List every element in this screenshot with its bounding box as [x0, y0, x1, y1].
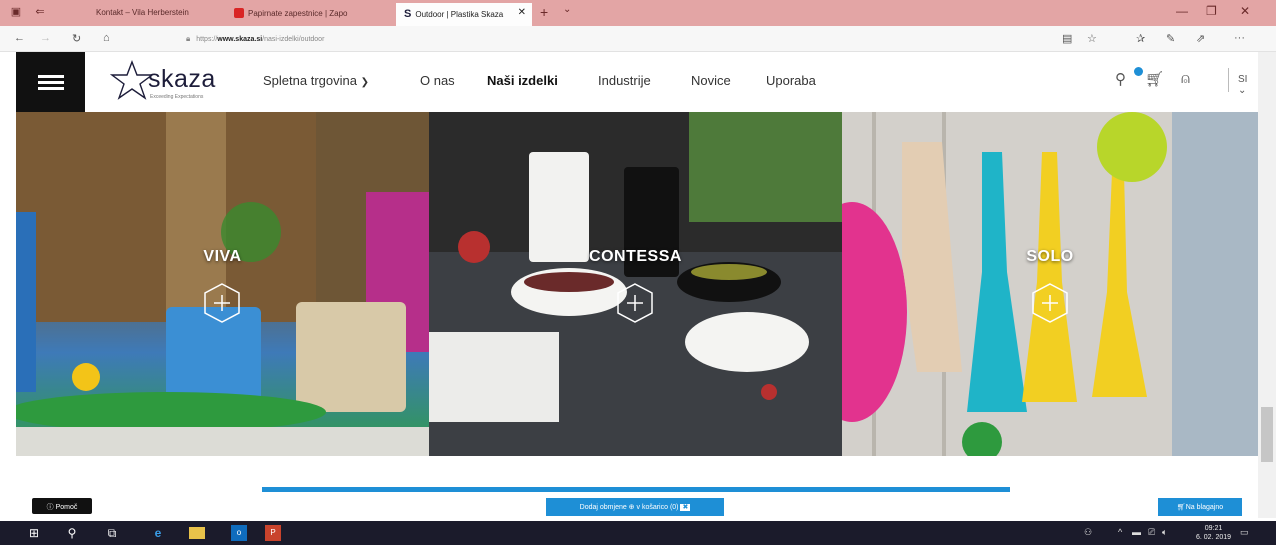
home-icon[interactable]: ⌂	[103, 32, 110, 44]
help-button[interactable]: ⓘ Pomoč	[32, 498, 92, 514]
plus-hexagon-icon[interactable]	[1030, 282, 1070, 324]
forward-icon[interactable]: →	[40, 32, 51, 44]
tab-aside-icon[interactable]: ⇐	[32, 5, 48, 19]
battery-icon[interactable]: ▬	[1132, 527, 1141, 537]
search-icon[interactable]: ⚲	[1115, 70, 1126, 88]
user-icon[interactable]: ⍝	[1181, 70, 1190, 87]
minimize-icon[interactable]: —	[1176, 4, 1188, 18]
outlook-icon[interactable]: o	[231, 525, 247, 541]
skaza-favicon-icon: S	[404, 8, 412, 20]
browser-tab-strip: ▣ ⇐ Kontakt – Vila Herberstein Papirnate…	[0, 0, 1276, 26]
volume-icon[interactable]: 🔈︎	[1162, 527, 1167, 538]
site-logo[interactable]: skaza Exceeding Expectations	[110, 60, 230, 104]
url-prefix: https://	[196, 36, 218, 43]
site-header: skaza Exceeding Expectations Spletna trg…	[16, 52, 1258, 112]
back-icon[interactable]: ←	[14, 32, 25, 44]
system-clock[interactable]: 09:21 6. 02. 2019	[1196, 524, 1231, 542]
url-domain: www.skaza.si	[217, 36, 263, 43]
cart-icon[interactable]: 🛒︎	[1145, 70, 1164, 88]
browser-tab-1[interactable]: Kontakt – Vila Herberstein	[88, 3, 220, 26]
hamburger-bar	[38, 75, 64, 78]
hamburger-bar	[38, 81, 64, 84]
compare-label: Dodaj obmjene ⊕ v košarico (0)	[579, 504, 679, 511]
url-field[interactable]: 🔒︎ https://www.skaza.si/nasi-izdelki/outd…	[186, 34, 324, 44]
hamburger-menu-button[interactable]	[16, 52, 85, 112]
edge-browser-icon[interactable]: e	[150, 525, 166, 541]
lock-icon: 🔒︎	[186, 34, 191, 43]
notes-icon[interactable]: ✎	[1166, 32, 1175, 45]
chevron-down-icon: ❯	[360, 77, 369, 88]
tab-label: Papirnate zapestnice | Zapo	[248, 9, 348, 18]
nav-item-about[interactable]: O nas	[420, 73, 455, 88]
nav-item-usage[interactable]: Uporaba	[766, 73, 816, 88]
cart-badge	[1134, 67, 1143, 76]
product-panel-contessa[interactable]: CONTESSA	[429, 112, 842, 456]
help-label: Pomoč	[55, 504, 78, 511]
os-taskbar: ⊞ ⚲ ⧉ e o P ⚇ ^ ▬ ⎚ 🔈︎ 09:21 6. 02. 2019…	[0, 521, 1276, 545]
close-tab-icon[interactable]: ✕	[518, 7, 526, 18]
share-icon[interactable]: ⇗	[1196, 32, 1205, 45]
task-view-icon[interactable]: ⧉	[104, 525, 120, 541]
language-selector[interactable]: SI ⌄	[1238, 74, 1258, 96]
url-path: /nasi-izdelki/outdoor	[262, 36, 325, 43]
add-to-cart-bar-button[interactable]: Dodaj obmjene ⊕ v košarico (0) ✖	[546, 498, 724, 516]
nav-item-industries[interactable]: Industrije	[598, 73, 651, 88]
divider	[1228, 68, 1229, 92]
help-icon: ⓘ	[46, 504, 56, 511]
panel-title-viva: VIVA	[203, 248, 242, 265]
address-bar-row: ← → ↻ ⌂ 🔒︎ https://www.skaza.si/nasi-izde…	[0, 26, 1276, 52]
new-tab-icon[interactable]: +	[540, 4, 548, 20]
favorites-icon[interactable]: ✰	[1136, 32, 1145, 45]
file-explorer-icon[interactable]	[189, 527, 205, 539]
windows-start-icon[interactable]: ⊞	[26, 525, 42, 541]
clock-time: 09:21	[1204, 525, 1223, 532]
cart-icon: 🛒︎	[1176, 504, 1186, 511]
hamburger-bar	[38, 87, 64, 90]
reading-view-icon[interactable]: ▤	[1062, 32, 1072, 45]
plus-hexagon-icon[interactable]	[615, 282, 655, 324]
nav-item-shop[interactable]: Spletna trgovina ❯	[263, 73, 369, 88]
people-icon[interactable]: ⚇	[1084, 527, 1092, 538]
powerpoint-icon[interactable]: P	[265, 525, 281, 541]
section-divider	[262, 487, 1010, 492]
tab-actions-icon[interactable]: ▣	[8, 5, 24, 19]
refresh-icon[interactable]: ↻	[72, 32, 81, 45]
clock-date: 6. 02. 2019	[1196, 534, 1232, 541]
tab-label: Kontakt – Vila Herberstein	[96, 8, 189, 17]
close-icon[interactable]: ✖	[680, 504, 691, 511]
tab-label: Outdoor | Plastika Skaza	[415, 10, 504, 19]
notifications-icon[interactable]: ▭	[1240, 527, 1249, 538]
nav-item-news[interactable]: Novice	[691, 73, 731, 88]
network-icon[interactable]: ⎚	[1148, 527, 1155, 538]
panel-title-solo: SOLO	[1026, 248, 1074, 265]
logo-wordmark: skaza	[148, 65, 216, 93]
chevron-down-icon[interactable]: ⌄	[563, 4, 571, 15]
close-window-icon[interactable]: ✕	[1240, 4, 1250, 18]
scrollbar-thumb[interactable]	[1261, 407, 1273, 462]
logo-tagline: Exceeding Expectations	[150, 94, 204, 100]
chevron-up-icon[interactable]: ^	[1118, 527, 1122, 537]
nav-item-products[interactable]: Naši izdelki	[487, 73, 558, 88]
product-panel-viva[interactable]: VIVA	[16, 112, 429, 456]
more-icon[interactable]: ···	[1234, 32, 1245, 44]
browser-tab-3[interactable]: S Outdoor | Plastika Skaza ✕	[396, 3, 532, 26]
tab-favicon-icon	[234, 8, 244, 18]
panel-title-contessa: CONTESSA	[589, 248, 682, 265]
checkout-button[interactable]: 🛒︎Na blagajno	[1158, 498, 1242, 516]
product-panel-solo[interactable]: SOLO	[842, 112, 1258, 456]
search-icon[interactable]: ⚲	[64, 525, 80, 541]
favorite-star-icon[interactable]: ☆	[1087, 32, 1097, 45]
maximize-icon[interactable]: ❐	[1206, 4, 1217, 18]
page-scrollbar[interactable]	[1258, 52, 1276, 518]
browser-tab-2[interactable]: Papirnate zapestnice | Zapo	[226, 3, 394, 26]
plus-hexagon-icon[interactable]	[202, 282, 242, 324]
nav-label: Spletna trgovina	[263, 73, 357, 88]
checkout-label: Na blagajno	[1185, 504, 1224, 511]
language-label: SI	[1238, 74, 1248, 85]
